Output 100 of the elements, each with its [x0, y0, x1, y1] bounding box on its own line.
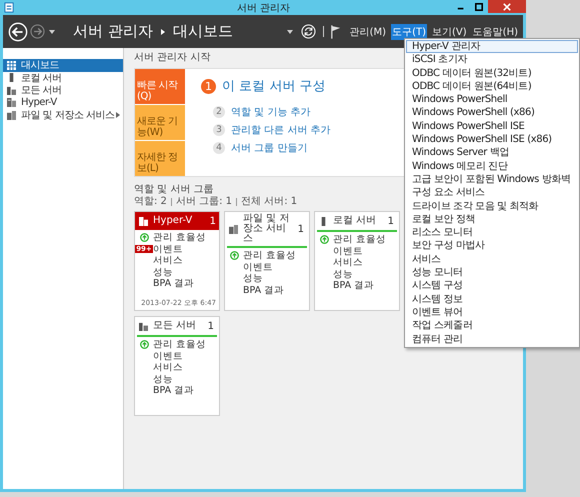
caret-icon[interactable] — [286, 30, 293, 34]
sidebar-item[interactable]: 모든 서버 — [3, 84, 123, 96]
role-icon — [139, 216, 148, 226]
menu-entry[interactable]: Windows 메모리 진단 — [406, 160, 578, 173]
section-heading: 서버 관리자 시작 — [134, 52, 210, 64]
status-up-icon — [230, 251, 238, 260]
menu-entry[interactable]: iSCSI 초기자 — [406, 53, 578, 67]
forward-icon[interactable] — [30, 24, 45, 39]
card-header[interactable]: 로컬 서버 1 — [317, 212, 397, 232]
menu-entry[interactable]: 시스템 구성 — [406, 279, 578, 293]
card-row[interactable]: 성능 — [153, 266, 173, 279]
group-card[interactable]: 파일 및 저장소 서비스 1 관리 효율성 이벤트 성능 BPA 결과 — [224, 211, 310, 311]
step-link[interactable]: 관리할 다른 서버 추가 — [231, 123, 331, 137]
card-title: Hyper-V — [153, 216, 194, 226]
menu-entry[interactable]: 고급 보안이 포함된 Windows 방화벽 — [406, 172, 578, 186]
sidebar-item[interactable]: 대시보드 — [3, 59, 123, 72]
menu-entry[interactable]: 리소스 모니터 — [406, 226, 578, 240]
menu-entry[interactable]: 성능 모니터 — [406, 266, 578, 280]
menu-entry[interactable]: Windows PowerShell (x86) — [406, 106, 578, 120]
window-title: 서버 관리자 — [236, 2, 292, 14]
card-row[interactable]: 서비스 — [153, 254, 183, 268]
flag-icon[interactable] — [330, 24, 341, 38]
step-number: 2 — [213, 106, 225, 118]
group-card[interactable]: 로컬 서버 1 관리 효율성 이벤트 서비스 성능 BPA 결과 — [314, 211, 400, 311]
card-header[interactable]: 모든 서버 1 — [137, 317, 217, 337]
card-row[interactable]: 이벤트 — [333, 244, 363, 258]
card-header[interactable]: 파일 및 저장소 서비스 1 — [227, 212, 307, 248]
card-title: 파일 및 저장소 서비스 — [243, 214, 290, 244]
quick-tile[interactable]: 자세한 정보(L) — [135, 141, 185, 176]
card-row[interactable]: 성능 — [153, 372, 173, 386]
storage-icon — [229, 224, 238, 234]
count-label: 서버 그룹: 1 — [176, 196, 232, 207]
server-icon — [319, 216, 328, 226]
status-up-icon — [140, 233, 148, 242]
step-link[interactable]: 역할 및 기능 추가 — [231, 105, 311, 119]
menu-entry[interactable]: 구성 요소 서비스 — [406, 186, 578, 200]
sidebar-label: 로컬 서버 — [21, 72, 62, 85]
menu-entry[interactable]: 시스템 정보 — [406, 292, 578, 306]
menu-entry[interactable]: Windows PowerShell ISE — [406, 120, 578, 134]
menu-item[interactable]: 도구(T) — [391, 24, 428, 40]
close-button[interactable] — [488, 0, 526, 13]
menu-item[interactable]: 보기(V) — [431, 24, 468, 40]
menu-entry[interactable]: 서비스 — [406, 252, 578, 266]
card-title: 로컬 서버 — [333, 216, 378, 226]
quick-tile[interactable]: 새로운 기능(W) — [135, 105, 185, 140]
grid-icon — [7, 60, 16, 70]
expand-icon[interactable] — [116, 112, 120, 118]
card-title: 모든 서버 — [153, 321, 198, 331]
close-icon — [503, 2, 511, 10]
card-row[interactable]: 관리 효율성 — [153, 231, 206, 244]
sidebar-item[interactable]: Hyper-V — [3, 96, 123, 109]
menu-entry[interactable]: 작업 스케줄러 — [406, 319, 578, 333]
menu-entry[interactable]: Windows PowerShell — [406, 93, 578, 106]
card-row[interactable]: BPA 결과 — [333, 279, 374, 292]
menu-entry[interactable]: 드라이브 조각 모음 및 최적화 — [406, 200, 578, 213]
step-link[interactable]: 이 로컬 서버 구성 — [222, 77, 326, 95]
card-row[interactable]: 이벤트 — [243, 260, 273, 274]
card-row[interactable]: BPA 결과 — [153, 277, 194, 290]
group-card[interactable]: 모든 서버 1 관리 효율성 이벤트 서비스 성능 BPA 결과 — [134, 316, 220, 416]
sidebar-label: 대시보드 — [21, 59, 59, 72]
menu-item[interactable]: 관리(M) — [348, 24, 388, 40]
menu-entry[interactable]: Hyper-V 관리자 — [406, 40, 578, 54]
breadcrumb-item: 서버 관리자 — [73, 22, 153, 41]
menu-entry[interactable]: 보안 구성 마법사 — [406, 239, 578, 253]
card-row[interactable]: 관리 효율성 — [333, 233, 386, 246]
menu-entry[interactable]: ODBC 데이터 원본(32비트) — [406, 66, 578, 80]
menu-entry[interactable]: ODBC 데이터 원본(64비트) — [406, 80, 578, 94]
back-icon[interactable] — [8, 22, 28, 42]
menu-entry[interactable]: 컴퓨터 관리 — [406, 332, 578, 346]
caret-icon[interactable] — [49, 30, 55, 34]
sidebar-item[interactable]: 파일 및 저장소 서비스 — [3, 109, 123, 122]
step-number: 3 — [213, 124, 225, 136]
step-number: 4 — [213, 142, 225, 154]
storage-icon — [7, 110, 16, 120]
card-row[interactable]: 서비스 — [333, 256, 363, 270]
sidebar-item[interactable]: 로컬 서버 — [3, 72, 123, 84]
menu-entry[interactable]: Windows Server 백업 — [406, 146, 578, 160]
card-row[interactable]: 성능 — [243, 272, 263, 286]
card-row[interactable]: 관리 효율성 — [243, 249, 296, 262]
status-up-icon — [140, 340, 148, 350]
maximize-icon — [474, 2, 482, 10]
card-count: 1 — [210, 216, 216, 226]
card-row[interactable]: 이벤트 — [153, 242, 183, 256]
card-header[interactable]: Hyper-V 1 — [135, 212, 219, 230]
menu-entry[interactable]: Windows PowerShell ISE (x86) — [406, 133, 578, 146]
menu-entry[interactable]: 이벤트 뷰어 — [406, 306, 578, 320]
step-link[interactable]: 서버 그룹 만들기 — [231, 141, 308, 155]
card-row[interactable]: BPA 결과 — [153, 384, 194, 398]
refresh-icon[interactable] — [300, 24, 316, 39]
card-row[interactable]: 이벤트 — [153, 350, 183, 363]
card-row[interactable]: 서비스 — [153, 361, 183, 374]
card-row[interactable]: 성능 — [333, 268, 353, 281]
card-row[interactable]: 관리 효율성 — [153, 338, 206, 352]
servers-icon — [7, 86, 16, 95]
card-row[interactable]: BPA 결과 — [243, 284, 284, 297]
menu-item[interactable]: 도움말(H) — [472, 24, 519, 40]
servers-icon — [139, 322, 148, 330]
menu-entry[interactable]: 로컬 보안 정책 — [406, 212, 578, 226]
sidebar-label: Hyper-V — [21, 97, 57, 108]
card-count: 1 — [388, 216, 394, 226]
